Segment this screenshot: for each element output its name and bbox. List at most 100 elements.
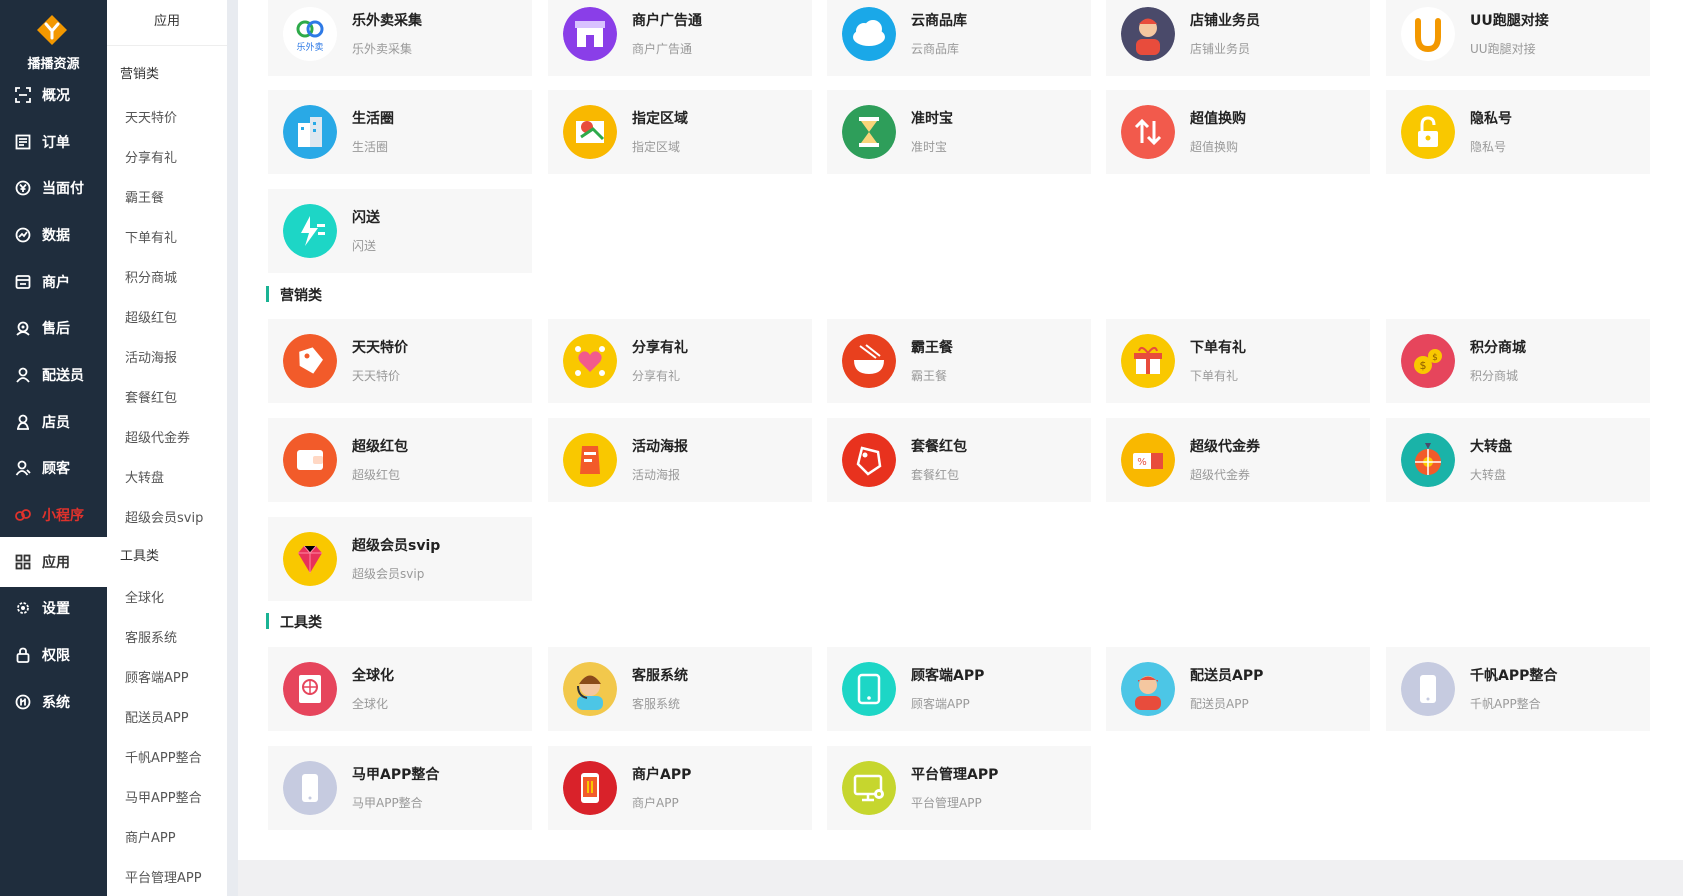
app-card-title: 商户APP <box>632 767 692 783</box>
app-card[interactable]: 准时宝 准时宝 <box>827 90 1091 174</box>
app-card[interactable]: 商户APP 商户APP <box>548 746 812 830</box>
app-card-subtitle: 店铺业务员 <box>1190 42 1251 56</box>
subnav-link[interactable]: 活动海报 <box>125 347 177 366</box>
subnav-link[interactable]: 天天特价 <box>125 107 177 126</box>
globe-book-icon <box>283 662 337 716</box>
sidebar-item-label: 配送员 <box>42 368 84 384</box>
uu-logo-icon <box>1401 7 1455 61</box>
flash-delivery-icon <box>283 204 337 258</box>
app-card[interactable]: 店铺业务员 店铺业务员 <box>1106 0 1370 76</box>
app-card[interactable]: 云商品库 云商品库 <box>827 0 1091 76</box>
sidebar-item-order-list[interactable]: 订单 <box>0 117 107 167</box>
subnav-link[interactable]: 商户APP <box>125 827 176 846</box>
app-card[interactable]: 天天特价 天天特价 <box>268 319 532 403</box>
app-card[interactable]: 马甲APP整合 马甲APP整合 <box>268 746 532 830</box>
app-card[interactable]: 指定区域 指定区域 <box>548 90 812 174</box>
buildings-icon <box>283 105 337 159</box>
app-card[interactable]: 霸王餐 霸王餐 <box>827 319 1091 403</box>
sidebar-item-lock[interactable]: 权限 <box>0 630 107 680</box>
subnav-link[interactable]: 下单有礼 <box>125 227 177 246</box>
app-card[interactable]: 超级红包 超级红包 <box>268 418 532 502</box>
app-card-subtitle: 超值换购 <box>1190 140 1239 154</box>
sidebar-item-courier[interactable]: 配送员 <box>0 350 107 400</box>
subnav-link[interactable]: 超级会员svip <box>125 507 203 526</box>
subnav-link[interactable]: 平台管理APP <box>125 867 202 886</box>
sidebar-item-yuan-coin[interactable]: 当面付 <box>0 163 107 213</box>
app-card[interactable]: 超级会员svip 超级会员svip <box>268 517 532 601</box>
subnav-link[interactable]: 超级代金券 <box>125 427 190 446</box>
app-card[interactable]: 客服系统 客服系统 <box>548 647 812 731</box>
sidebar-item-customer[interactable]: 顾客 <box>0 443 107 493</box>
app-card-title: 天天特价 <box>352 340 408 356</box>
app-card[interactable]: 千帆APP整合 千帆APP整合 <box>1386 647 1650 731</box>
subnav-link[interactable]: 客服系统 <box>125 627 177 646</box>
subnav-link[interactable]: 全球化 <box>125 587 164 606</box>
app-card[interactable]: 超值换购 超值换购 <box>1106 90 1370 174</box>
app-card[interactable]: 套餐红包 套餐红包 <box>827 418 1091 502</box>
monitor-gear-icon <box>842 761 896 815</box>
svg-text:乐外卖: 乐外卖 <box>296 41 323 53</box>
subnav-link[interactable]: 霸王餐 <box>125 187 164 206</box>
app-card[interactable]: 活动海报 活动海报 <box>548 418 812 502</box>
app-card[interactable]: 顾客端APP 顾客端APP <box>827 647 1091 731</box>
app-card[interactable]: $ $ 积分商城 积分商城 <box>1386 319 1650 403</box>
app-card[interactable]: 隐私号 隐私号 <box>1386 90 1650 174</box>
sub-navigation: 应用 营销类 天天特价 分享有礼 霸王餐 下单有礼 积分商城 超级红包 活动海报 套餐红包 超级… <box>107 0 227 896</box>
price-tag-icon <box>283 334 337 388</box>
app-card-subtitle: 千帆APP整合 <box>1470 697 1541 711</box>
svg-text:$: $ <box>1420 359 1427 372</box>
subnav-link[interactable]: 顾客端APP <box>125 667 189 686</box>
app-card-subtitle: 霸王餐 <box>911 369 948 383</box>
app-card-subtitle: 客服系统 <box>632 697 681 711</box>
sidebar-item-mini-program[interactable]: 小程序 <box>0 490 107 540</box>
app-card-subtitle: 马甲APP整合 <box>352 796 423 810</box>
app-card-subtitle: 分享有礼 <box>632 369 681 383</box>
app-card[interactable]: 配送员APP 配送员APP <box>1106 647 1370 731</box>
hourglass-icon <box>842 105 896 159</box>
shop-icon <box>14 273 32 291</box>
app-card[interactable]: 商户广告通 商户广告通 <box>548 0 812 76</box>
sidebar-item-label: 售后 <box>42 321 70 337</box>
app-card[interactable]: 乐外卖 乐外卖采集 乐外卖采集 <box>268 0 532 76</box>
app-card-title: 全球化 <box>352 668 394 684</box>
sidebar-item-apps-grid[interactable]: 应用 <box>0 537 107 587</box>
app-card-title: 超值换购 <box>1190 111 1246 127</box>
app-card-subtitle: 顾客端APP <box>911 697 970 711</box>
subnav-link[interactable]: 超级红包 <box>125 307 177 326</box>
mini-program-icon <box>14 506 32 524</box>
brand-logo[interactable]: 播播资源 <box>0 6 107 74</box>
app-card[interactable]: 下单有礼 下单有礼 <box>1106 319 1370 403</box>
app-card[interactable]: UU跑腿对接 UU跑腿对接 <box>1386 0 1650 76</box>
subnav-link[interactable]: 积分商城 <box>125 267 177 286</box>
sidebar-item-system[interactable]: 系统 <box>0 677 107 727</box>
app-card[interactable]: 平台管理APP 平台管理APP <box>827 746 1091 830</box>
app-card[interactable]: 全球化 全球化 <box>268 647 532 731</box>
app-card-subtitle: 乐外卖采集 <box>352 42 413 56</box>
subnav-link[interactable]: 分享有礼 <box>125 147 177 166</box>
clerk-icon <box>14 413 32 431</box>
subnav-link[interactable]: 套餐红包 <box>125 387 177 406</box>
support-icon <box>14 319 32 337</box>
app-card[interactable]: 大转盘 大转盘 <box>1386 418 1650 502</box>
app-card[interactable]: 闪送 闪送 <box>268 189 532 273</box>
sidebar-item-gear[interactable]: 设置 <box>0 583 107 633</box>
sidebar-item-chart[interactable]: 数据 <box>0 210 107 260</box>
subnav-link[interactable]: 千帆APP整合 <box>125 747 202 766</box>
subnav-heading-marketing: 营销类 <box>120 67 160 82</box>
lewaimai-logo-icon: 乐外卖 <box>283 7 337 61</box>
app-card[interactable]: % 超级代金券 超级代金券 <box>1106 418 1370 502</box>
subnav-link[interactable]: 配送员APP <box>125 707 189 726</box>
sidebar-item-dashboard[interactable]: 概况 <box>0 70 107 120</box>
app-card[interactable]: 生活圈 生活圈 <box>268 90 532 174</box>
diamond-icon <box>283 532 337 586</box>
headset-agent-icon <box>563 662 617 716</box>
sidebar-item-support[interactable]: 售后 <box>0 303 107 353</box>
app-card-subtitle: UU跑腿对接 <box>1470 42 1536 56</box>
subnav-link[interactable]: 马甲APP整合 <box>125 787 202 806</box>
subnav-link[interactable]: 大转盘 <box>125 467 164 486</box>
sidebar-item-shop[interactable]: 商户 <box>0 257 107 307</box>
section-title: 营销类 <box>280 288 322 304</box>
section-accent-bar <box>266 613 269 629</box>
app-card[interactable]: 分享有礼 分享有礼 <box>548 319 812 403</box>
sidebar-item-clerk[interactable]: 店员 <box>0 397 107 447</box>
